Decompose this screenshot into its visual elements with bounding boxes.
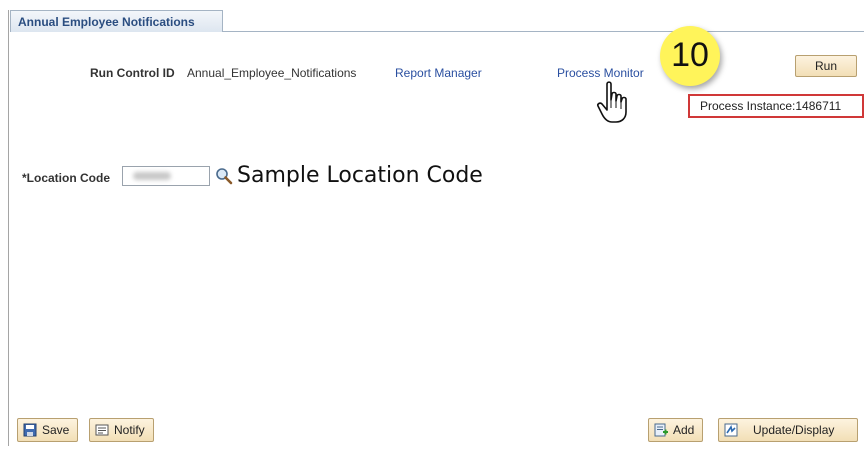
notify-button[interactable]: Notify — [89, 418, 154, 442]
magnifier-icon[interactable] — [215, 167, 233, 185]
process-monitor-link[interactable]: Process Monitor — [557, 66, 644, 80]
floppy-disk-icon — [23, 423, 37, 437]
notify-icon — [95, 424, 109, 436]
save-button[interactable]: Save — [17, 418, 79, 442]
step-callout: 10 — [660, 26, 720, 86]
tab-annual-employee-notifications[interactable]: Annual Employee Notifications — [10, 10, 223, 32]
report-manager-link[interactable]: Report Manager — [395, 66, 482, 80]
run-button[interactable]: Run — [795, 55, 857, 77]
run-control-id-label: Run Control ID — [90, 66, 175, 80]
redacted-value — [133, 172, 171, 180]
update-display-button[interactable]: Update/Display — [718, 418, 858, 442]
add-button[interactable]: Add — [648, 418, 704, 442]
tab-divider — [223, 31, 864, 32]
location-code-input[interactable] — [122, 166, 210, 186]
notify-label: Notify — [114, 423, 145, 437]
hand-pointer-icon — [597, 81, 627, 123]
location-code-label: *Location Code — [22, 171, 111, 185]
process-instance-text: Process Instance:1486711 — [688, 94, 864, 118]
add-page-icon — [654, 423, 668, 437]
save-label: Save — [42, 423, 70, 437]
run-control-id-value: Annual_Employee_Notifications — [187, 66, 357, 80]
sample-location-annotation: Sample Location Code — [237, 163, 483, 188]
add-label: Add — [673, 423, 695, 437]
update-display-label: Update/Display — [753, 423, 835, 437]
update-display-icon — [724, 423, 738, 437]
